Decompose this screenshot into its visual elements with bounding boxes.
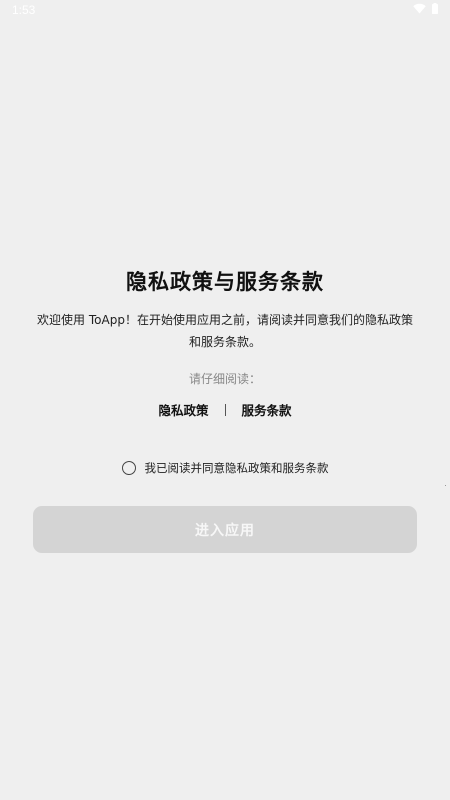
wifi-icon — [413, 3, 426, 14]
status-time: 1:53 — [12, 3, 36, 17]
enter-app-button[interactable]: 进入应用 — [33, 506, 417, 553]
battery-icon — [432, 3, 438, 14]
read-hint: 请仔细阅读： — [188, 372, 261, 386]
dialog-title: 隐私政策与服务条款 — [126, 270, 324, 294]
agree-label[interactable]: 我已阅读并同意隐私政策和服务条款 — [145, 460, 329, 476]
policy-links: 隐私政策 服务条款 — [0, 400, 450, 419]
link-divider — [224, 403, 226, 416]
terms-of-service-link[interactable]: 服务条款 — [242, 400, 292, 419]
agree-row[interactable]: 我已阅读并同意隐私政策和服务条款 — [0, 460, 450, 476]
agree-radio[interactable] — [121, 461, 136, 475]
stray-dot — [445, 485, 446, 486]
intro-text: 欢迎使用 ToApp！在开始使用应用之前，请阅读并同意我们的隐私政策和服务条款。 — [37, 313, 413, 349]
status-bar: 1:53 — [0, 0, 450, 20]
privacy-policy-link[interactable]: 隐私政策 — [158, 400, 208, 419]
status-icons — [413, 3, 438, 14]
